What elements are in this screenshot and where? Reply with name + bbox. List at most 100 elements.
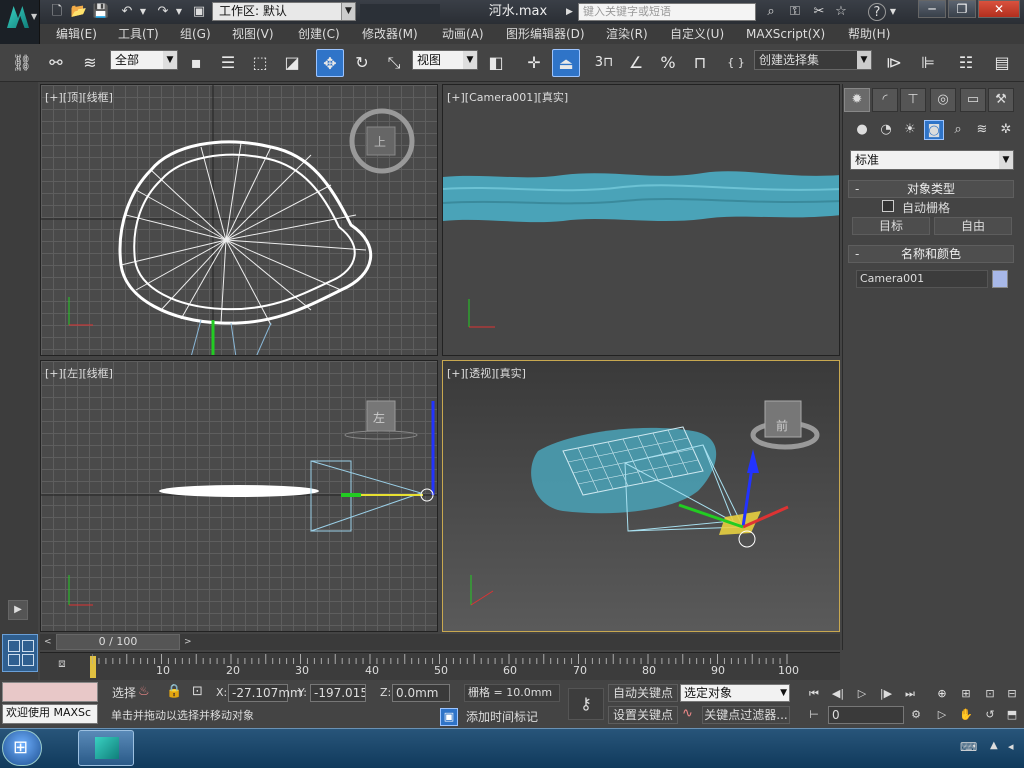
tab-hierarchy-icon[interactable]: ⊤ [900, 88, 926, 112]
zoom-extents-all-icon[interactable]: ⊟ [1002, 685, 1022, 703]
x-coordinate-field[interactable]: -27.107mm [228, 684, 302, 702]
align-icon[interactable]: ⊫ [914, 49, 942, 77]
absolute-mode-icon[interactable]: ⊡ [192, 684, 203, 699]
menu-animation[interactable]: 动画(A) [442, 24, 484, 44]
zoom-extents-icon[interactable]: ⊡ [980, 685, 1000, 703]
bind-space-warp-icon[interactable]: ≋ [76, 49, 104, 77]
viewport-label[interactable]: [+][透视][真实] [447, 365, 526, 381]
menu-view[interactable]: 视图(V) [232, 24, 274, 44]
key-icon[interactable]: ⚿ [786, 3, 804, 21]
expand-panel-icon[interactable]: ▶ [8, 600, 28, 620]
tab-display-icon[interactable]: ▭ [960, 88, 986, 112]
zoom-icon[interactable]: ⊕ [932, 685, 952, 703]
prev-frame-icon[interactable]: < [44, 635, 54, 649]
reference-coordinate-dropdown[interactable]: 视图 ▼ [412, 50, 478, 70]
maxscript-listener-pink[interactable] [2, 682, 98, 702]
tray-expand-icon[interactable]: ▲ [990, 740, 998, 751]
angle-snap-icon[interactable]: ∠ [622, 49, 650, 77]
zoom-all-icon[interactable]: ⊞ [956, 685, 976, 703]
key-mode-dropdown[interactable]: 选定对象 ▼ [680, 684, 790, 702]
geometry-icon[interactable]: ● [852, 120, 872, 140]
select-and-scale-icon[interactable]: ⤡ [380, 49, 408, 77]
target-camera-button[interactable]: 目标 [852, 217, 930, 235]
lights-icon[interactable]: ☀ [900, 120, 920, 140]
tab-utilities-icon[interactable]: ⚒ [988, 88, 1014, 112]
field-of-view-icon[interactable]: ▷ [932, 706, 952, 724]
menu-tools[interactable]: 工具(T) [118, 24, 159, 44]
viewport-label[interactable]: [+][左][线框] [45, 365, 113, 381]
taskbar-3dsmax[interactable] [78, 730, 134, 766]
curve-editor-icon[interactable]: ▤ [988, 49, 1016, 77]
play-icon[interactable]: ▷ [852, 685, 872, 703]
star-icon[interactable]: ☆ [832, 3, 850, 21]
start-button[interactable]: ⊞ [2, 730, 42, 766]
tab-modify-icon[interactable]: ◜ [872, 88, 898, 112]
add-time-tag-button[interactable]: 添加时间标记 [466, 708, 538, 725]
viewport-top[interactable]: [+][顶][线框] 上 [40, 84, 438, 356]
y-coordinate-field[interactable]: -197.015m [310, 684, 366, 702]
category-dropdown[interactable]: 标准 ▼ [850, 150, 1014, 170]
maximize-viewport-icon[interactable]: ⬒ [1002, 706, 1022, 724]
time-slider-thumb[interactable]: 0 / 100 [56, 634, 180, 650]
tab-motion-icon[interactable]: ◎ [930, 88, 956, 112]
systems-icon[interactable]: ✲ [996, 120, 1016, 140]
redo-icon[interactable]: ↷ [154, 3, 172, 21]
current-frame-field[interactable]: 0 [828, 706, 904, 724]
helpers-icon[interactable]: ⌕ [948, 120, 968, 140]
select-manipulate-icon[interactable]: ✛ [520, 49, 548, 77]
selection-filter-dropdown[interactable]: 全部 ▼ [110, 50, 178, 70]
app-menu-button[interactable]: ▼ [0, 0, 40, 44]
object-color-swatch[interactable] [992, 270, 1008, 288]
menu-maxscript[interactable]: MAXScript(X) [746, 24, 825, 44]
cameras-icon[interactable]: ◙ [924, 120, 944, 140]
shapes-icon[interactable]: ◔ [876, 120, 896, 140]
undo-dropdown-icon[interactable]: ▼ [138, 3, 148, 21]
tab-create-icon[interactable]: ✹ [844, 88, 870, 112]
menu-edit[interactable]: 编辑(E) [56, 24, 97, 44]
binoculars-icon[interactable]: ⌕ [762, 3, 780, 21]
menu-modifiers[interactable]: 修改器(M) [362, 24, 418, 44]
rollout-object-type[interactable]: - 对象类型 [848, 180, 1014, 198]
search-input[interactable]: 键入关键字或短语 [578, 3, 756, 21]
autogrid-checkbox[interactable] [882, 200, 894, 212]
window-crossing-icon[interactable]: ◪ [278, 49, 306, 77]
help-dropdown-icon[interactable]: ▼ [888, 3, 898, 21]
undo-icon[interactable]: ↶ [118, 3, 136, 21]
auto-key-button[interactable]: 自动关键点 [608, 684, 678, 702]
select-and-move-icon[interactable]: ✥ [316, 49, 344, 77]
viewport-camera[interactable]: [+][Camera001][真实] [442, 84, 840, 356]
key-mode-toggle-icon[interactable]: ⊢ [804, 706, 824, 724]
close-button[interactable]: ✕ [978, 0, 1020, 18]
named-selection-set-input[interactable]: 创建选择集 ▼ [754, 50, 872, 70]
select-by-name-icon[interactable]: ☰ [214, 49, 242, 77]
viewport-label[interactable]: [+][Camera001][真实] [447, 89, 568, 105]
go-to-end-icon[interactable]: ⏭ [900, 685, 920, 703]
new-file-icon[interactable]: 🗋 [48, 3, 66, 21]
time-tag-icon[interactable]: ▣ [440, 708, 458, 726]
redo-dropdown-icon[interactable]: ▼ [174, 3, 184, 21]
workspace-dropdown[interactable]: 工作区: 默认 ▼ [212, 2, 356, 21]
maximize-button[interactable]: ❐ [948, 0, 976, 18]
select-object-icon[interactable]: ▪ [182, 49, 210, 77]
use-pivot-center-icon[interactable]: ◧ [482, 49, 510, 77]
save-icon[interactable]: 💾 [92, 3, 110, 21]
menu-rendering[interactable]: 渲染(R) [606, 24, 648, 44]
minimize-button[interactable]: ─ [918, 0, 946, 18]
pan-icon[interactable]: ✋ [956, 706, 976, 724]
viewport-left[interactable]: [+][左][线框] 左 [40, 360, 438, 632]
edit-named-selection-icon[interactable]: { } [722, 49, 750, 77]
z-coordinate-field[interactable]: 0.0mm [392, 684, 450, 702]
menu-customize[interactable]: 自定义(U) [670, 24, 724, 44]
menu-group[interactable]: 组(G) [180, 24, 211, 44]
mini-curve-editor-icon[interactable]: ⧈ [52, 656, 72, 674]
space-warps-icon[interactable]: ≋ [972, 120, 992, 140]
help-icon[interactable]: ? [868, 3, 886, 21]
lock-selection-icon[interactable]: 🔒 [166, 684, 182, 699]
next-frame-icon[interactable]: > [184, 635, 194, 649]
project-folder-icon[interactable]: ▣ [190, 3, 208, 21]
viewport-layout-icon[interactable] [2, 634, 38, 672]
viewport-perspective[interactable]: [+][透视][真实] 前 [442, 360, 840, 632]
spinner-snap-icon[interactable]: ⊓ [686, 49, 714, 77]
set-key-button[interactable]: 设置关键点 [608, 706, 678, 724]
rollout-name-color[interactable]: - 名称和颜色 [848, 245, 1014, 263]
